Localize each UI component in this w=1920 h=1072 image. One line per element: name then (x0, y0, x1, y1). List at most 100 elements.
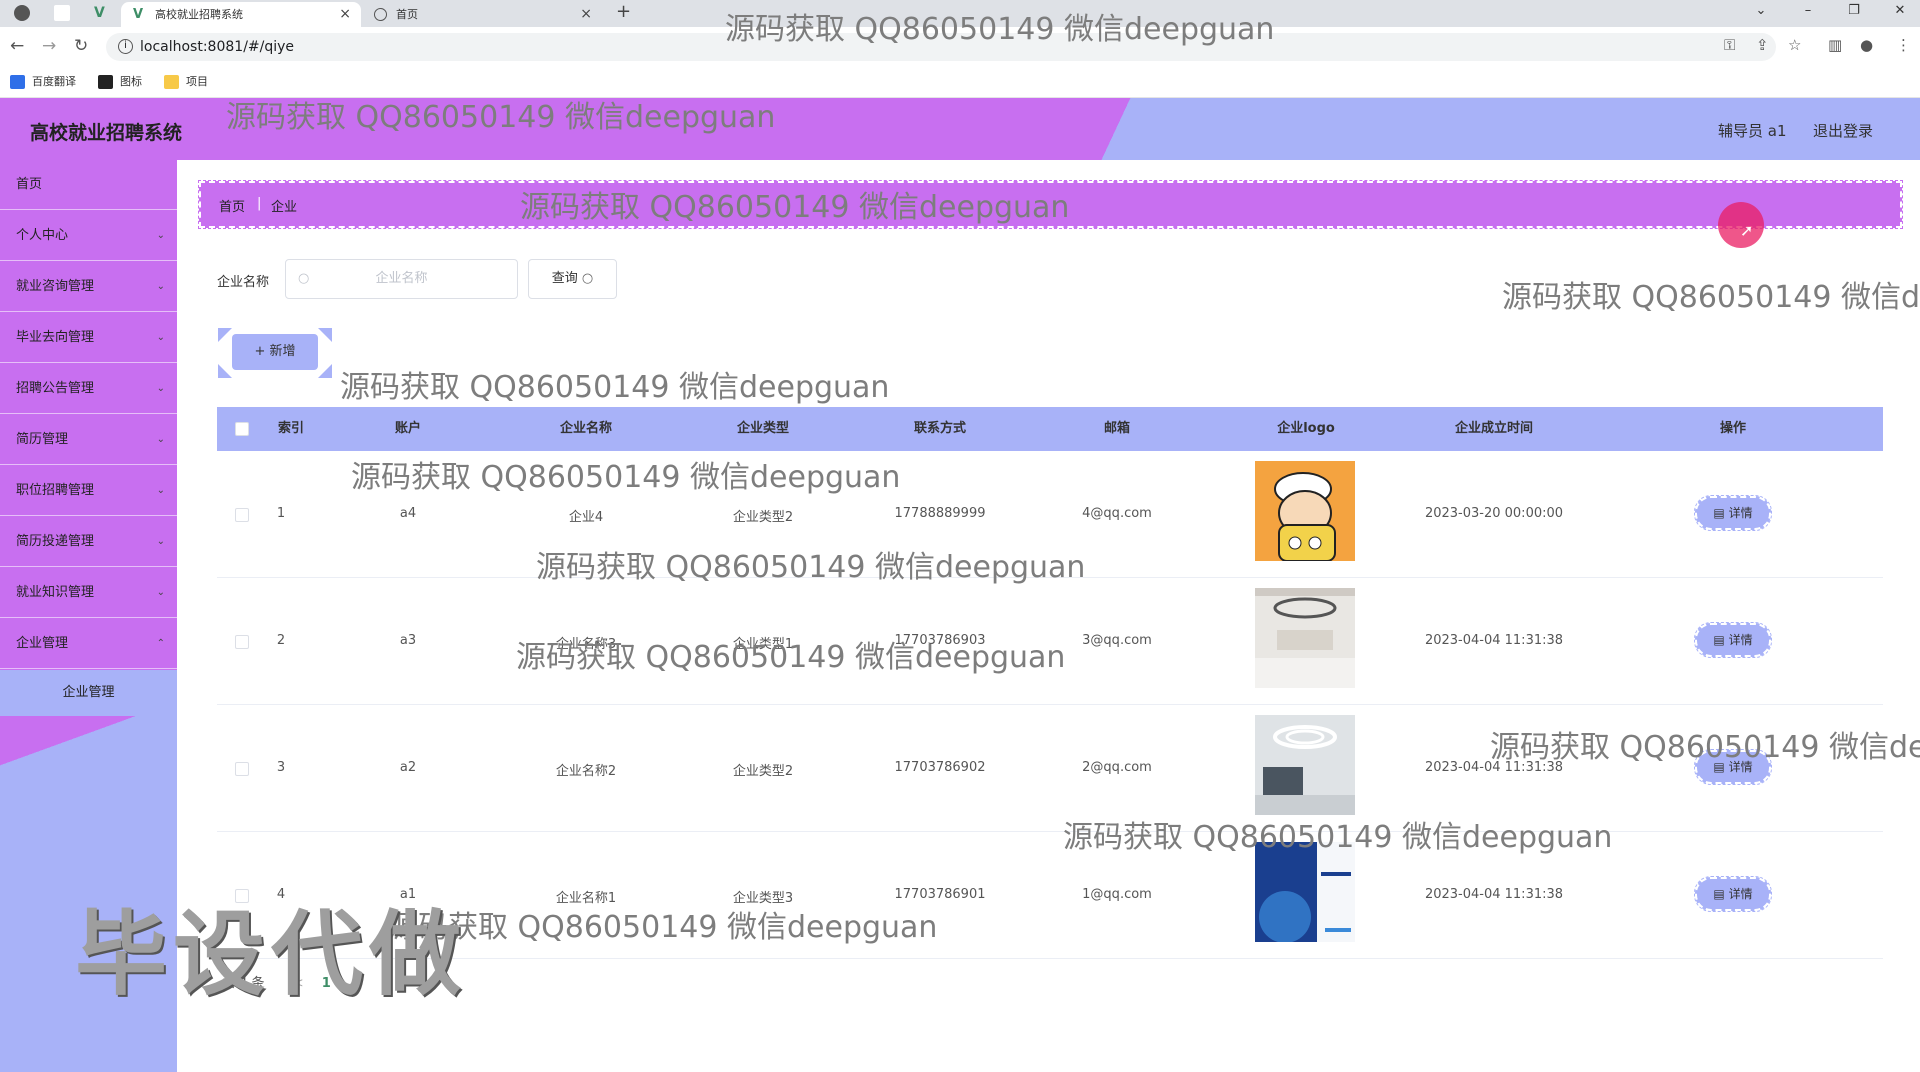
column-header: 邮箱 (1103, 421, 1131, 436)
cursor-icon: ➚ (1740, 221, 1754, 240)
close-tab-icon[interactable]: × (339, 2, 351, 27)
corner-decoration (218, 328, 232, 342)
info-icon[interactable]: i (118, 39, 133, 54)
sidebar-item-home[interactable]: 首页 (0, 160, 177, 210)
search-label: 企业名称 (217, 275, 270, 290)
office-photo-icon (1255, 715, 1355, 815)
bookmark-translate[interactable]: 百度翻译 (10, 73, 76, 91)
detail-button[interactable]: ▤ 详情 (1694, 495, 1772, 531)
cell-founded: 2023-04-04 11:31:38 (1424, 633, 1564, 648)
chevron-down-icon: ⌄ (156, 587, 165, 598)
column-header: 索引 (277, 421, 305, 436)
sidebar-item-consult[interactable]: 就业咨询管理 ⌄ (0, 262, 177, 312)
cell-account: a2 (399, 760, 417, 775)
cell-account: a3 (399, 633, 417, 648)
star-icon[interactable]: ☆ (1788, 36, 1801, 54)
cell-type: 企业类型2 (732, 764, 794, 779)
close-tab-icon[interactable]: × (580, 2, 592, 27)
sidebar-item-label: 企业管理 (16, 636, 69, 651)
row-checkbox[interactable] (235, 762, 249, 776)
vue-favicon-icon[interactable]: V (94, 5, 110, 21)
detail-label: 详情 (1728, 887, 1753, 901)
breadcrumb-current: 企业 (271, 200, 298, 215)
add-button[interactable]: + 新增 (232, 334, 318, 370)
sidebar-item-label: 招聘公告管理 (16, 381, 95, 396)
cartoon-avatar-icon (1255, 461, 1355, 562)
forward-icon[interactable]: → (42, 36, 56, 56)
cell-index: 1 (276, 506, 286, 521)
select-all-checkbox[interactable] (235, 422, 249, 436)
sidebar-item-label: 简历投递管理 (16, 534, 95, 549)
sidebar-item-knowledge[interactable]: 就业知识管理 ⌄ (0, 568, 177, 618)
cell-email: 4@qq.com (1082, 506, 1152, 521)
tab-search-icon[interactable]: ⌄ (1738, 0, 1784, 22)
chevron-down-icon: ⌄ (156, 332, 165, 343)
cell-phone: 17703786901 (894, 887, 986, 902)
restore-icon[interactable]: ❐ (1831, 0, 1877, 22)
sidebar-subitem-company[interactable]: 企业管理 (0, 670, 177, 716)
cell-email: 1@qq.com (1082, 887, 1152, 902)
cell-account: a4 (399, 506, 417, 521)
watermark-text: 源码获取 QQ86050149 微信deepguan (226, 100, 776, 135)
sidebar-item-label: 简历管理 (16, 432, 69, 447)
row-checkbox[interactable] (235, 635, 249, 649)
logout-link[interactable]: 退出登录 (1813, 120, 1873, 141)
sidebar-item-resume[interactable]: 简历管理 ⌄ (0, 415, 177, 465)
translate-icon (10, 75, 25, 89)
chevron-up-icon: ⌃ (156, 638, 165, 649)
document-icon: ▤ (1713, 887, 1729, 901)
watermark-text: 源码获取 QQ86050149 微信deepguan (351, 460, 901, 495)
profile-icon[interactable]: ● (1860, 36, 1873, 54)
sidebar-item-company[interactable]: 企业管理 ⌃ (0, 619, 177, 669)
reload-icon[interactable]: ↻ (74, 36, 88, 56)
side-panel-icon[interactable]: ▥ (1828, 36, 1842, 54)
watermark-text: 源码获取 QQ86050149 微信deepguan (1490, 730, 1920, 765)
sidebar-item-announcement[interactable]: 招聘公告管理 ⌄ (0, 364, 177, 414)
tab-app[interactable]: V 高校就业招聘系统 × (121, 2, 361, 27)
sidebar-item-personal-center[interactable]: 个人中心 ⌄ (0, 211, 177, 261)
cell-founded: 2023-04-04 11:31:38 (1424, 887, 1564, 902)
watermark-text: 源码获取 QQ86050149 微信deepguan (1063, 820, 1613, 855)
share-icon[interactable]: ⇪ (1756, 36, 1769, 54)
new-tab-button[interactable]: + (616, 1, 631, 22)
corner-decoration (218, 364, 232, 378)
detail-button[interactable]: ▤ 详情 (1694, 622, 1772, 658)
company-logo-image (1255, 461, 1355, 562)
search-icon: ○ (581, 271, 594, 286)
detail-label: 详情 (1728, 633, 1753, 647)
table-header: 索引 账户 企业名称 企业类型 联系方式 邮箱 企业logo 企业成立时间 操作 (217, 407, 1883, 451)
sidebar-item-label: 个人中心 (16, 228, 69, 243)
back-icon[interactable]: ← (10, 36, 24, 56)
chevron-down-icon: ⌄ (156, 536, 165, 547)
watermark-text: 源码获取 QQ86050149 微信deepguan (388, 910, 938, 945)
sidebar-item-destination[interactable]: 毕业去向管理 ⌄ (0, 313, 177, 363)
tab-home[interactable]: 首页 × (362, 2, 602, 27)
row-checkbox[interactable] (235, 508, 249, 522)
key-icon[interactable]: ⚿ (1724, 36, 1735, 54)
cell-type: 企业类型2 (732, 510, 794, 525)
sidebar-item-jobs[interactable]: 职位招聘管理 ⌄ (0, 466, 177, 516)
bookmark-project[interactable]: 项目 (164, 73, 208, 91)
watermark-text: 源码获取 QQ86050149 微信deepguan (520, 190, 1070, 225)
sidebar-item-delivery[interactable]: 简历投递管理 ⌄ (0, 517, 177, 567)
close-window-icon[interactable]: ✕ (1877, 0, 1920, 22)
menu-icon[interactable]: ⋮ (1896, 36, 1911, 54)
detail-button[interactable]: ▤ 详情 (1694, 876, 1772, 912)
sidebar-item-label: 首页 (16, 177, 43, 192)
bookmark-icons[interactable]: 图标 (98, 73, 142, 91)
sidebar-item-label: 毕业去向管理 (16, 330, 95, 345)
query-button[interactable]: 查询 ○ (528, 259, 617, 299)
image-icon (98, 75, 113, 89)
column-header: 企业成立时间 (1454, 421, 1534, 436)
column-header: 操作 (1719, 421, 1747, 436)
column-header: 企业logo (1277, 421, 1335, 436)
minimize-icon[interactable]: – (1785, 0, 1831, 22)
search-input[interactable]: ○ 企业名称 (285, 259, 518, 299)
tab-favicon-icon[interactable] (14, 5, 30, 21)
query-button-label: 查询 (551, 271, 578, 286)
tab-favicon-icon[interactable] (54, 5, 70, 21)
company-logo-image (1255, 715, 1355, 815)
breadcrumb-home[interactable]: 首页 (219, 196, 245, 215)
cell-index: 2 (276, 633, 286, 648)
watermark-large: 毕设代做 (75, 901, 468, 1008)
